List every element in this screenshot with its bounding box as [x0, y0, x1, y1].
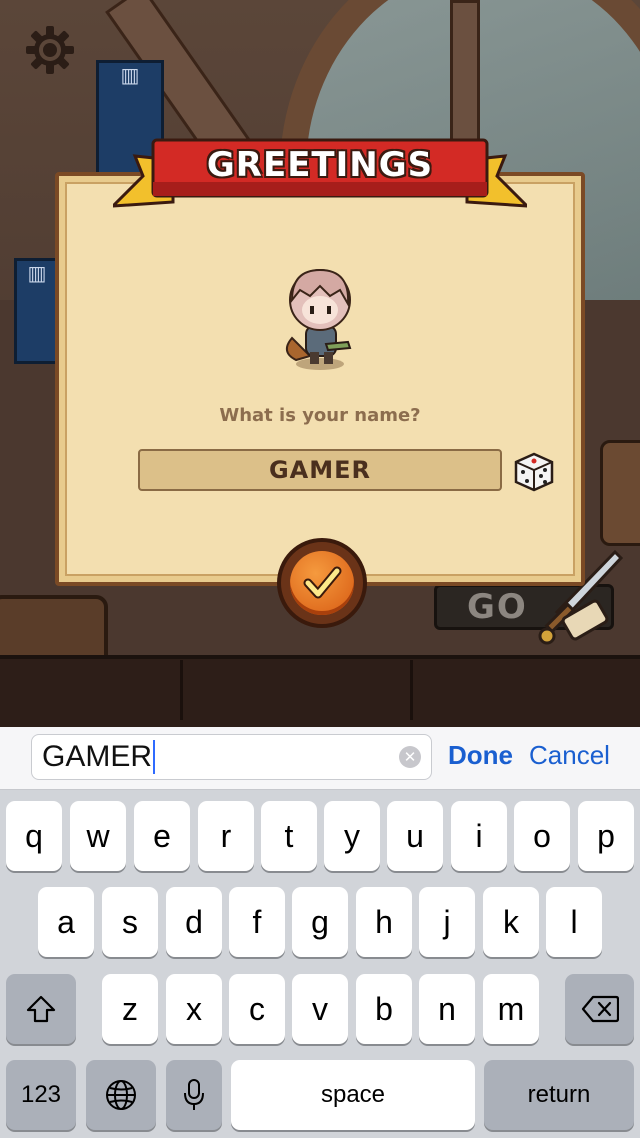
weapon-barrel — [600, 440, 640, 546]
key-a[interactable]: a — [38, 887, 94, 957]
key-h[interactable]: h — [356, 887, 412, 957]
key-f[interactable]: f — [229, 887, 285, 957]
text-caret — [153, 740, 156, 774]
key-u[interactable]: u — [387, 801, 443, 871]
key-p[interactable]: p — [578, 801, 634, 871]
numbers-key[interactable]: 123 — [6, 1060, 76, 1130]
settings-gear-icon[interactable] — [24, 24, 76, 76]
backspace-icon — [581, 995, 619, 1023]
microphone-key[interactable] — [166, 1060, 222, 1130]
shift-key[interactable] — [6, 974, 76, 1044]
floor-plank — [0, 660, 183, 720]
key-o[interactable]: o — [514, 801, 570, 871]
key-x[interactable]: x — [166, 974, 222, 1044]
key-q[interactable]: q — [6, 801, 62, 871]
key-n[interactable]: n — [419, 974, 475, 1044]
name-display-field[interactable]: GAMER — [138, 449, 502, 491]
checkmark-icon — [303, 566, 342, 599]
key-l[interactable]: l — [546, 887, 602, 957]
key-k[interactable]: k — [483, 887, 539, 957]
key-i[interactable]: i — [451, 801, 507, 871]
key-y[interactable]: y — [324, 801, 380, 871]
cancel-button[interactable]: Cancel — [529, 738, 610, 772]
key-b[interactable]: b — [356, 974, 412, 1044]
key-r[interactable]: r — [198, 801, 254, 871]
globe-icon — [106, 1080, 136, 1110]
key-g[interactable]: g — [292, 887, 348, 957]
name-question: What is your name? — [219, 405, 421, 426]
clear-text-icon[interactable]: ✕ — [399, 746, 421, 768]
dialog-title: GREETINGS — [206, 145, 434, 185]
key-e[interactable]: e — [134, 801, 190, 871]
done-button[interactable]: Done — [448, 738, 513, 772]
key-v[interactable]: v — [292, 974, 348, 1044]
key-w[interactable]: w — [70, 801, 126, 871]
microphone-icon — [184, 1079, 204, 1110]
shift-icon — [26, 995, 56, 1023]
return-key[interactable]: return — [484, 1060, 634, 1130]
hero-character-icon — [285, 268, 352, 370]
random-dice-icon[interactable] — [512, 448, 556, 492]
floor-plank — [410, 660, 640, 720]
go-label: GO — [467, 587, 528, 627]
name-text-value: GAMER — [42, 740, 153, 773]
backspace-key[interactable] — [565, 974, 634, 1044]
key-c[interactable]: c — [229, 974, 285, 1044]
space-key[interactable]: space — [231, 1060, 475, 1130]
floor-plank — [180, 660, 413, 720]
globe-key[interactable] — [86, 1060, 156, 1130]
key-z[interactable]: z — [102, 974, 158, 1044]
key-d[interactable]: d — [166, 887, 222, 957]
banner-flag-small: ▥ — [14, 258, 60, 364]
key-m[interactable]: m — [483, 974, 539, 1044]
confirm-button-face — [290, 551, 354, 615]
key-j[interactable]: j — [419, 887, 475, 957]
greetings-dialog — [55, 172, 585, 586]
key-s[interactable]: s — [102, 887, 158, 957]
key-t[interactable]: t — [261, 801, 317, 871]
confirm-button[interactable] — [277, 538, 367, 628]
name-text-input[interactable]: GAMER — [31, 734, 432, 780]
